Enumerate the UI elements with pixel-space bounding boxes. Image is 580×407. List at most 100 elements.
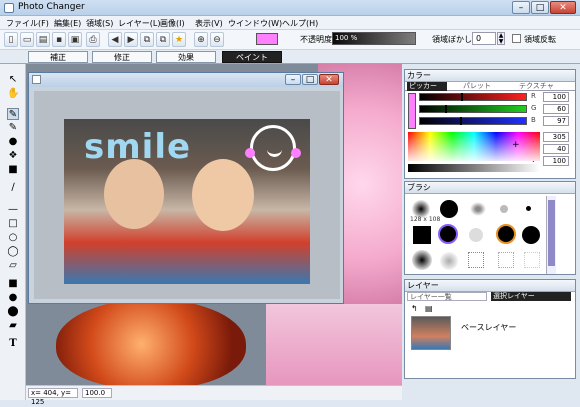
doc-maximize-button[interactable]: □ [302,74,318,85]
paste-icon[interactable]: ⧉ [156,32,170,47]
rectangle-tool-icon[interactable]: □ [7,218,19,230]
menu-window[interactable]: ウインドウ(W) [228,18,282,29]
hue-picker-cursor[interactable]: + [512,140,520,150]
filled-circle-tool-icon[interactable]: ⬤ [7,306,19,318]
slider-value-r[interactable]: 100 [543,92,569,102]
maple-leaf-image [56,299,246,389]
menu-layer[interactable]: レイヤー(L) [118,18,160,29]
tab-palette[interactable]: パレット [463,82,513,91]
brush-dotted[interactable] [468,252,484,268]
doc-minimize-button[interactable]: – [285,74,301,85]
hue-spectrum[interactable]: + [408,132,540,161]
maximize-button[interactable]: □ [531,1,549,14]
close-button[interactable]: ✕ [550,1,576,14]
slider-value-b[interactable]: 97 [543,116,569,126]
layer-thumbnail[interactable] [411,316,451,350]
brush-dotted-faint[interactable] [524,252,540,268]
slider-value-g[interactable]: 60 [543,104,569,114]
layer-name[interactable]: ベースレイヤー [461,322,516,333]
zoom-out-icon[interactable]: ⊖ [210,32,224,47]
pen-tool-icon[interactable]: ✎ [7,122,19,134]
slider-value-v[interactable]: 100 [543,156,569,166]
brush-hard-large[interactable] [440,200,458,218]
print-icon[interactable]: ⎙ [86,32,100,47]
menu-help[interactable]: ヘルプ(H) [282,18,318,29]
slider-bar-r[interactable] [419,93,527,101]
menu-selection[interactable]: 領域(S) [86,18,113,29]
slider-knob-b[interactable] [460,117,462,125]
zoom-in-icon[interactable]: ⊕ [194,32,208,47]
tab-layer-list[interactable]: レイヤー一覧 [407,292,487,301]
slider-knob-r[interactable] [461,93,463,101]
menu-file[interactable]: ファイル(F) [6,18,49,29]
blur-input[interactable]: 0 [472,32,496,45]
brush-selected[interactable] [438,224,458,244]
slider-bar-b[interactable] [419,117,527,125]
brush-light[interactable] [440,252,458,270]
tab-picker[interactable]: ピッカー [407,82,447,91]
tab-effects[interactable]: 効果 [156,51,216,63]
face-right [192,159,254,231]
minimize-button[interactable]: – [512,1,530,14]
brush-scroll-thumb[interactable] [548,200,555,266]
brush-scrollbar[interactable] [546,196,556,274]
circle-tool-icon[interactable]: ◯ [7,246,19,258]
save-icon[interactable]: ▪ [52,32,66,47]
brush-dot[interactable] [526,206,531,211]
stamp-tool-icon[interactable]: ❖ [7,150,19,162]
value-gradient[interactable] [408,164,540,172]
slider-bar-g[interactable] [419,105,527,113]
filled-parallelogram-tool-icon[interactable]: ▰ [7,320,19,332]
layer-panel-title: レイヤー [405,280,575,292]
brush-spray[interactable] [470,202,486,216]
save-as-icon[interactable]: ▣ [68,32,82,47]
brush-medium[interactable] [469,228,483,242]
brush-hard-medium[interactable] [522,226,540,244]
brush-tool-icon[interactable]: ✎ [7,108,19,120]
text-tool-icon[interactable]: T [7,338,19,350]
cursor-coords: x= 404, y= 125 [28,388,78,406]
menu-image[interactable]: 画像(I) [160,18,185,29]
menu-view[interactable]: 表示(V) [195,18,223,29]
open-folder-icon[interactable]: ▤ [36,32,50,47]
brush-soft-xl[interactable] [412,250,432,270]
eyedropper-tool-icon[interactable]: ∕ [7,182,19,194]
tab-paint[interactable]: ペイント [222,51,282,63]
line-tool-icon[interactable]: — [7,204,19,216]
tab-correction[interactable]: 補正 [28,51,88,63]
menu-edit[interactable]: 編集(E) [54,18,81,29]
layer-panel: レイヤー レイヤー一覧 選択レイヤー ↰ ▤ ベースレイヤー [404,279,576,379]
current-color-swatch[interactable] [256,33,278,45]
bucket-tool-icon[interactable]: ■ [7,164,19,176]
open-file-icon[interactable]: ▭ [20,32,34,47]
slider-value-s[interactable]: 40 [543,144,569,154]
favorite-star-icon[interactable]: ★ [172,32,186,47]
opacity-slider[interactable]: 100 % [332,32,416,45]
slider-knob-g[interactable] [445,105,447,113]
blur-spinner[interactable]: ▲ ▼ [497,32,505,45]
tab-texture[interactable]: テクスチャ [519,82,573,91]
photo-canvas[interactable]: smile [64,119,310,284]
filled-rect-tool-icon[interactable]: ■ [7,278,19,290]
brush-soft-small[interactable] [500,205,508,213]
redo-icon[interactable]: ▶ [124,32,138,47]
ellipse-tool-icon[interactable]: ○ [7,232,19,244]
copy-icon[interactable]: ⧉ [140,32,154,47]
tab-retouch[interactable]: 修正 [92,51,152,63]
invert-checkbox[interactable] [512,34,521,43]
hand-tool-icon[interactable]: ✋ [7,88,19,100]
undo-icon[interactable]: ◀ [108,32,122,47]
dot-tool-icon[interactable]: ● [7,136,19,148]
layer-options-icon[interactable]: ▤ [425,304,435,313]
doc-close-button[interactable]: ✕ [319,74,339,85]
slider-value-h[interactable]: 305 [543,132,569,142]
brush-dotted-light[interactable] [498,252,514,268]
arrow-tool-icon[interactable]: ↖ [7,74,19,86]
parallelogram-tool-icon[interactable]: ▱ [7,260,19,272]
filled-ellipse-tool-icon[interactable]: ● [7,292,19,304]
tab-selected-layer[interactable]: 選択レイヤー [491,292,571,301]
brush-orange-ring[interactable] [496,224,516,244]
move-layer-icon[interactable]: ↰ [411,304,421,313]
new-file-icon[interactable]: ▯ [4,32,18,47]
brush-square[interactable] [413,226,431,244]
